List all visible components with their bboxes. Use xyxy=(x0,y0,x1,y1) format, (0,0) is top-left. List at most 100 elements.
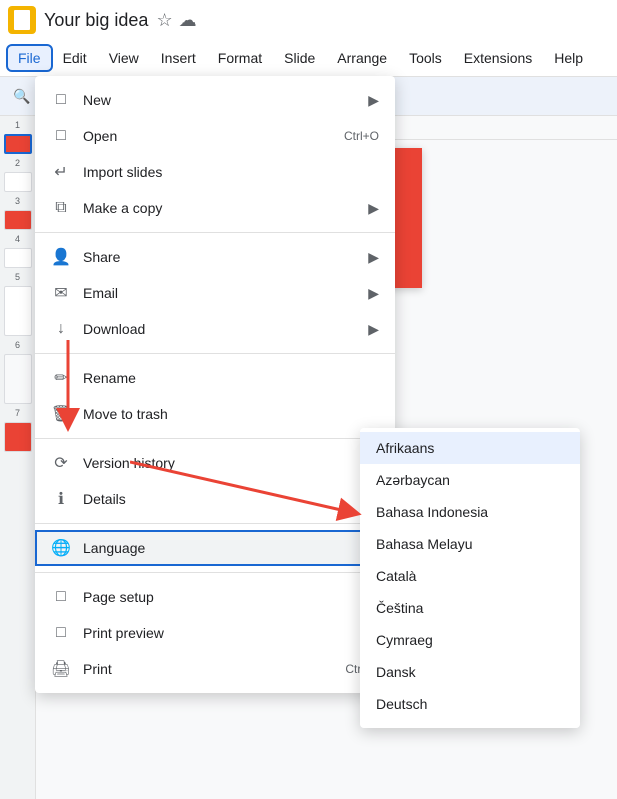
menu-item-preview[interactable]: □ Print preview xyxy=(35,615,395,651)
email-label: Email xyxy=(83,285,356,301)
trash-icon: 🗑 xyxy=(51,404,71,424)
import-label: Import slides xyxy=(83,164,379,180)
menu-item-share[interactable]: 👤 Share ▶ xyxy=(35,239,395,275)
top-bar: Your big idea ☆ ☁ xyxy=(0,0,617,40)
menu-help[interactable]: Help xyxy=(544,46,593,70)
menu-view[interactable]: View xyxy=(99,46,149,70)
lang-cymraeg[interactable]: Cymraeg xyxy=(360,624,580,656)
divider-4 xyxy=(35,523,395,524)
search-icon[interactable]: 🔍 xyxy=(8,82,36,110)
download-arrow: ▶ xyxy=(368,321,379,338)
divider-3 xyxy=(35,438,395,439)
menu-item-pagesetup[interactable]: □ Page setup xyxy=(35,579,395,615)
menu-item-details[interactable]: ℹ Details xyxy=(35,481,395,517)
rename-label: Rename xyxy=(83,370,379,386)
slide-num-6: 6 xyxy=(15,340,20,350)
divider-1 xyxy=(35,232,395,233)
slide-thumb-7[interactable] xyxy=(4,422,32,452)
email-arrow: ▶ xyxy=(368,285,379,302)
menu-item-copy[interactable]: ⧉ Make a copy ▶ xyxy=(35,190,395,226)
slide-thumb-2[interactable] xyxy=(4,172,32,192)
menu-item-trash[interactable]: 🗑 Move to trash xyxy=(35,396,395,432)
email-icon: ✉ xyxy=(51,283,71,303)
menu-item-download[interactable]: ↓ Download ▶ xyxy=(35,311,395,347)
slide-thumb-3[interactable] xyxy=(4,210,32,230)
language-icon: 🌐 xyxy=(51,538,71,558)
slide-num-7: 7 xyxy=(15,408,20,418)
language-label: Language xyxy=(83,540,356,556)
lang-schweizer[interactable]: Schweizer Hochdeutsch xyxy=(360,720,580,728)
download-label: Download xyxy=(83,321,356,337)
menu-item-version[interactable]: ⟳ Version history ▶ xyxy=(35,445,395,481)
pagesetup-label: Page setup xyxy=(83,589,379,605)
version-icon: ⟳ xyxy=(51,453,71,473)
open-shortcut: Ctrl+O xyxy=(344,129,379,143)
slide-thumb-5[interactable] xyxy=(4,286,32,336)
lang-bahasa-melayu[interactable]: Bahasa Melayu xyxy=(360,528,580,560)
copy-label: Make a copy xyxy=(83,200,356,216)
menu-file[interactable]: File xyxy=(8,46,51,70)
menu-extensions[interactable]: Extensions xyxy=(454,46,542,70)
lang-bahasa-indonesia[interactable]: Bahasa Indonesia xyxy=(360,496,580,528)
import-icon: ↵ xyxy=(51,162,71,182)
details-label: Details xyxy=(83,491,379,507)
open-label: Open xyxy=(83,128,332,144)
version-label: Version history xyxy=(83,455,356,471)
download-icon: ↓ xyxy=(51,319,71,339)
slide-thumb-4[interactable] xyxy=(4,248,32,268)
app-icon xyxy=(8,6,36,34)
slides-panel: 1 2 3 4 5 6 7 xyxy=(0,116,36,799)
lang-cestina[interactable]: Čeština xyxy=(360,592,580,624)
lang-afrikaans[interactable]: Afrikaans xyxy=(360,432,580,464)
share-label: Share xyxy=(83,249,356,265)
menu-slide[interactable]: Slide xyxy=(274,46,325,70)
menu-tools[interactable]: Tools xyxy=(399,46,452,70)
divider-2 xyxy=(35,353,395,354)
divider-5 xyxy=(35,572,395,573)
menu-edit[interactable]: Edit xyxy=(53,46,97,70)
pagesetup-icon: □ xyxy=(51,587,71,607)
copy-icon: ⧉ xyxy=(51,198,71,218)
new-arrow: ▶ xyxy=(368,92,379,109)
lang-azerbaycan[interactable]: Azərbaycan xyxy=(360,464,580,496)
menu-arrange[interactable]: Arrange xyxy=(327,46,397,70)
print-label: Print xyxy=(83,661,333,677)
slide-num-2: 2 xyxy=(15,158,20,168)
copy-arrow: ▶ xyxy=(368,200,379,217)
cloud-icon[interactable]: ☁ xyxy=(179,10,197,31)
preview-icon: □ xyxy=(51,623,71,643)
share-arrow: ▶ xyxy=(368,249,379,266)
menu-format[interactable]: Format xyxy=(208,46,272,70)
menu-item-language[interactable]: 🌐 Language ▶ xyxy=(35,530,395,566)
new-icon: □ xyxy=(51,90,71,110)
rename-icon: ✏ xyxy=(51,368,71,388)
menu-item-print[interactable]: 🖨 Print Ctrl+P xyxy=(35,651,395,687)
slide-num-1: 1 xyxy=(15,120,20,130)
menu-item-email[interactable]: ✉ Email ▶ xyxy=(35,275,395,311)
menu-item-new[interactable]: □ New ▶ xyxy=(35,82,395,118)
menu-insert[interactable]: Insert xyxy=(151,46,206,70)
slide-num-4: 4 xyxy=(15,234,20,244)
language-submenu: Afrikaans Azərbaycan Bahasa Indonesia Ba… xyxy=(360,428,580,728)
lang-catala[interactable]: Català xyxy=(360,560,580,592)
menu-item-import[interactable]: ↵ Import slides xyxy=(35,154,395,190)
slide-thumb-1[interactable] xyxy=(4,134,32,154)
menu-bar: File Edit View Insert Format Slide Arran… xyxy=(0,40,617,76)
title-icons: ☆ ☁ xyxy=(156,10,196,31)
app-icon-inner xyxy=(14,10,30,30)
menu-item-open[interactable]: □ Open Ctrl+O xyxy=(35,118,395,154)
lang-deutsch[interactable]: Deutsch xyxy=(360,688,580,720)
open-icon: □ xyxy=(51,126,71,146)
slide-num-3: 3 xyxy=(15,196,20,206)
file-dropdown: □ New ▶ □ Open Ctrl+O ↵ Import slides ⧉ … xyxy=(35,76,395,693)
trash-label: Move to trash xyxy=(83,406,379,422)
star-icon[interactable]: ☆ xyxy=(156,10,172,31)
lang-dansk[interactable]: Dansk xyxy=(360,656,580,688)
menu-item-rename[interactable]: ✏ Rename xyxy=(35,360,395,396)
details-icon: ℹ xyxy=(51,489,71,509)
preview-label: Print preview xyxy=(83,625,379,641)
share-icon: 👤 xyxy=(51,247,71,267)
new-label: New xyxy=(83,92,356,108)
slide-thumb-6[interactable] xyxy=(4,354,32,404)
doc-title[interactable]: Your big idea xyxy=(44,10,148,31)
